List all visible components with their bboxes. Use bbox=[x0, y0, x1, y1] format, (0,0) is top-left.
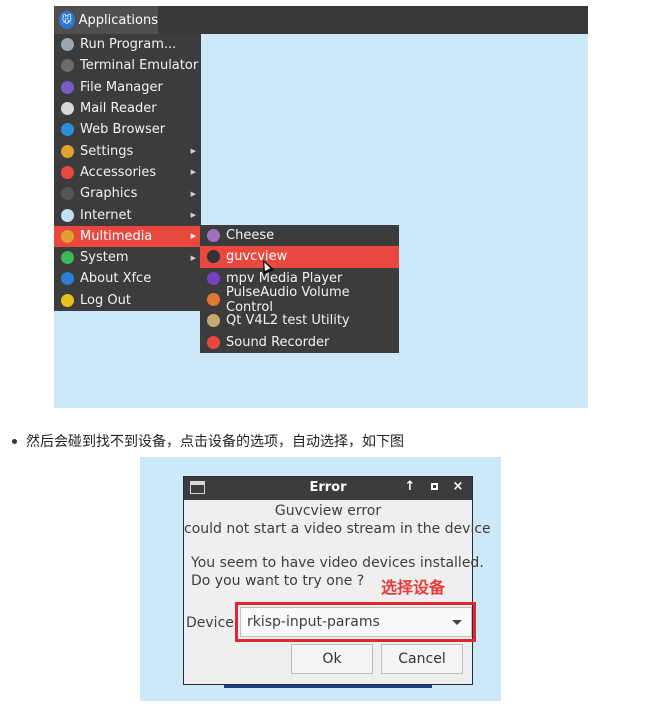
menu-item-pulseaudio-volume-control[interactable]: PulseAudio Volume Control bbox=[200, 285, 399, 315]
info-icon bbox=[61, 272, 74, 286]
maximize-icon bbox=[430, 483, 438, 490]
menu-item-label: Settings bbox=[80, 143, 134, 159]
menu-item-terminal-emulator[interactable]: Terminal Emulator bbox=[54, 55, 201, 76]
menu-item-label: mpv Media Player bbox=[226, 270, 343, 286]
menu-item-accessories[interactable]: Accessories ▶ bbox=[54, 162, 201, 183]
globe-icon bbox=[61, 123, 74, 137]
menu-item-label: Graphics bbox=[80, 186, 138, 202]
multimedia-icon bbox=[61, 229, 74, 243]
ok-button[interactable]: Ok bbox=[291, 644, 373, 674]
submenu-arrow-icon: ▶ bbox=[190, 168, 196, 177]
menu-item-qt-v4l2-test-utility[interactable]: Qt V4L2 test Utility bbox=[200, 310, 399, 331]
applications-menu: Run Program... Terminal Emulator File Mana… bbox=[54, 34, 201, 311]
menu-item-label: Log Out bbox=[80, 292, 131, 308]
cancel-button[interactable]: Cancel bbox=[381, 644, 463, 674]
folder-icon bbox=[61, 80, 74, 94]
menu-item-label: Internet bbox=[80, 207, 132, 223]
menu-item-sound-recorder[interactable]: Sound Recorder bbox=[200, 331, 399, 352]
question-line-2: Do you want to try one ? bbox=[191, 573, 365, 589]
menu-item-internet[interactable]: Internet ▶ bbox=[54, 204, 201, 225]
close-button[interactable]: × bbox=[450, 479, 466, 494]
menu-item-label: Cheese bbox=[226, 228, 275, 244]
applications-label: Applications bbox=[78, 12, 158, 28]
system-icon bbox=[61, 251, 74, 265]
xfce-menu-screenshot: 🐭 Applications Run Program... Terminal Em… bbox=[54, 6, 588, 408]
accessories-icon bbox=[61, 165, 74, 179]
maximize-button[interactable] bbox=[426, 479, 442, 494]
menu-item-log-out[interactable]: Log Out bbox=[54, 290, 201, 311]
webcam-icon bbox=[207, 250, 220, 264]
menu-item-guvcview[interactable]: guvcview bbox=[200, 246, 399, 268]
instruction-bullet: 然后会碰到找不到设备，点击设备的选项，自动选择，如下图 bbox=[12, 431, 404, 451]
menu-item-label: Sound Recorder bbox=[226, 334, 330, 350]
menu-item-label: Mail Reader bbox=[80, 101, 157, 117]
gears-icon bbox=[61, 38, 74, 52]
background-window-edge bbox=[224, 685, 432, 688]
menu-item-run-program[interactable]: Run Program... bbox=[54, 34, 201, 55]
top-panel: 🐭 Applications bbox=[54, 6, 588, 34]
menu-item-label: Multimedia bbox=[80, 228, 153, 244]
volume-icon bbox=[207, 293, 220, 307]
menu-item-label: Terminal Emulator bbox=[80, 58, 199, 74]
xfce-mouse-icon: 🐭 bbox=[59, 11, 75, 29]
submenu-arrow-icon: ▶ bbox=[190, 189, 196, 198]
error-dialog: Error ↑ × Guvcview error could not start… bbox=[183, 476, 491, 685]
mpv-icon bbox=[207, 271, 220, 285]
menu-item-label: About Xfce bbox=[80, 271, 152, 287]
device-label: Device: bbox=[186, 615, 239, 631]
dialog-titlebar: Error ↑ × bbox=[184, 477, 472, 500]
menu-item-about-xfce[interactable]: About Xfce bbox=[54, 268, 201, 289]
menu-item-multimedia[interactable]: Multimedia ▶ bbox=[54, 225, 201, 247]
qt-v4l2-icon bbox=[207, 314, 220, 328]
menu-item-label: Accessories bbox=[80, 164, 157, 180]
menu-item-label: Qt V4L2 test Utility bbox=[226, 313, 350, 329]
error-message: could not start a video stream in the de… bbox=[184, 521, 491, 537]
error-dialog-screenshot: Error ↑ × Guvcview error could not start… bbox=[140, 457, 501, 701]
menu-item-settings[interactable]: Settings ▶ bbox=[54, 140, 201, 161]
device-select[interactable]: rkisp-input-params bbox=[240, 607, 472, 637]
submenu-arrow-icon: ▶ bbox=[190, 232, 196, 241]
menu-item-label: Run Program... bbox=[80, 37, 177, 53]
submenu-arrow-icon: ▶ bbox=[190, 253, 196, 262]
menu-item-file-manager[interactable]: File Manager bbox=[54, 77, 201, 98]
cheese-icon bbox=[207, 229, 220, 243]
menu-item-mail-reader[interactable]: Mail Reader bbox=[54, 98, 201, 119]
submenu-arrow-icon: ▶ bbox=[190, 211, 196, 220]
multimedia-submenu: Cheese guvcview mpv Media Player PulseAudio… bbox=[200, 225, 399, 353]
menu-item-graphics[interactable]: Graphics ▶ bbox=[54, 183, 201, 204]
device-select-value: rkisp-input-params bbox=[247, 614, 380, 630]
menu-item-label: Web Browser bbox=[80, 122, 166, 138]
microphone-icon bbox=[207, 335, 220, 349]
applications-button[interactable]: 🐭 Applications bbox=[54, 6, 158, 34]
menu-item-web-browser[interactable]: Web Browser bbox=[54, 119, 201, 140]
settings-icon bbox=[61, 144, 74, 158]
graphics-icon bbox=[61, 187, 74, 201]
select-device-annotation: 选择设备 bbox=[381, 578, 446, 597]
logout-icon bbox=[61, 293, 74, 307]
dropdown-arrow-icon bbox=[452, 620, 462, 625]
submenu-arrow-icon: ▶ bbox=[190, 147, 196, 156]
menu-item-cheese[interactable]: Cheese bbox=[200, 225, 399, 246]
cloud-icon bbox=[61, 208, 74, 222]
error-heading: Guvcview error bbox=[274, 503, 382, 519]
mail-icon bbox=[61, 102, 74, 116]
menu-item-system[interactable]: System ▶ bbox=[54, 247, 201, 268]
terminal-icon bbox=[61, 59, 74, 73]
instruction-text: 然后会碰到找不到设备，点击设备的选项，自动选择，如下图 bbox=[26, 434, 404, 450]
raise-window-button[interactable]: ↑ bbox=[402, 479, 418, 494]
menu-item-label: System bbox=[80, 250, 129, 266]
bullet-dot bbox=[12, 438, 17, 444]
menu-item-label: File Manager bbox=[80, 79, 163, 95]
question-line-1: You seem to have video devices installed… bbox=[191, 555, 484, 571]
